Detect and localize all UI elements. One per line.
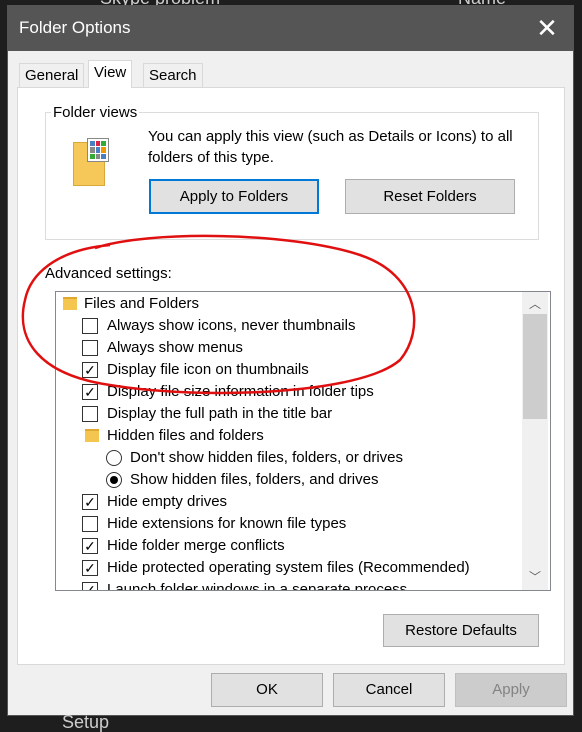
tab-view[interactable]: View — [88, 60, 133, 88]
background-item: Setup — [62, 712, 110, 732]
annotation-stroke — [21, 234, 416, 395]
red-annotation-circle — [21, 234, 416, 395]
